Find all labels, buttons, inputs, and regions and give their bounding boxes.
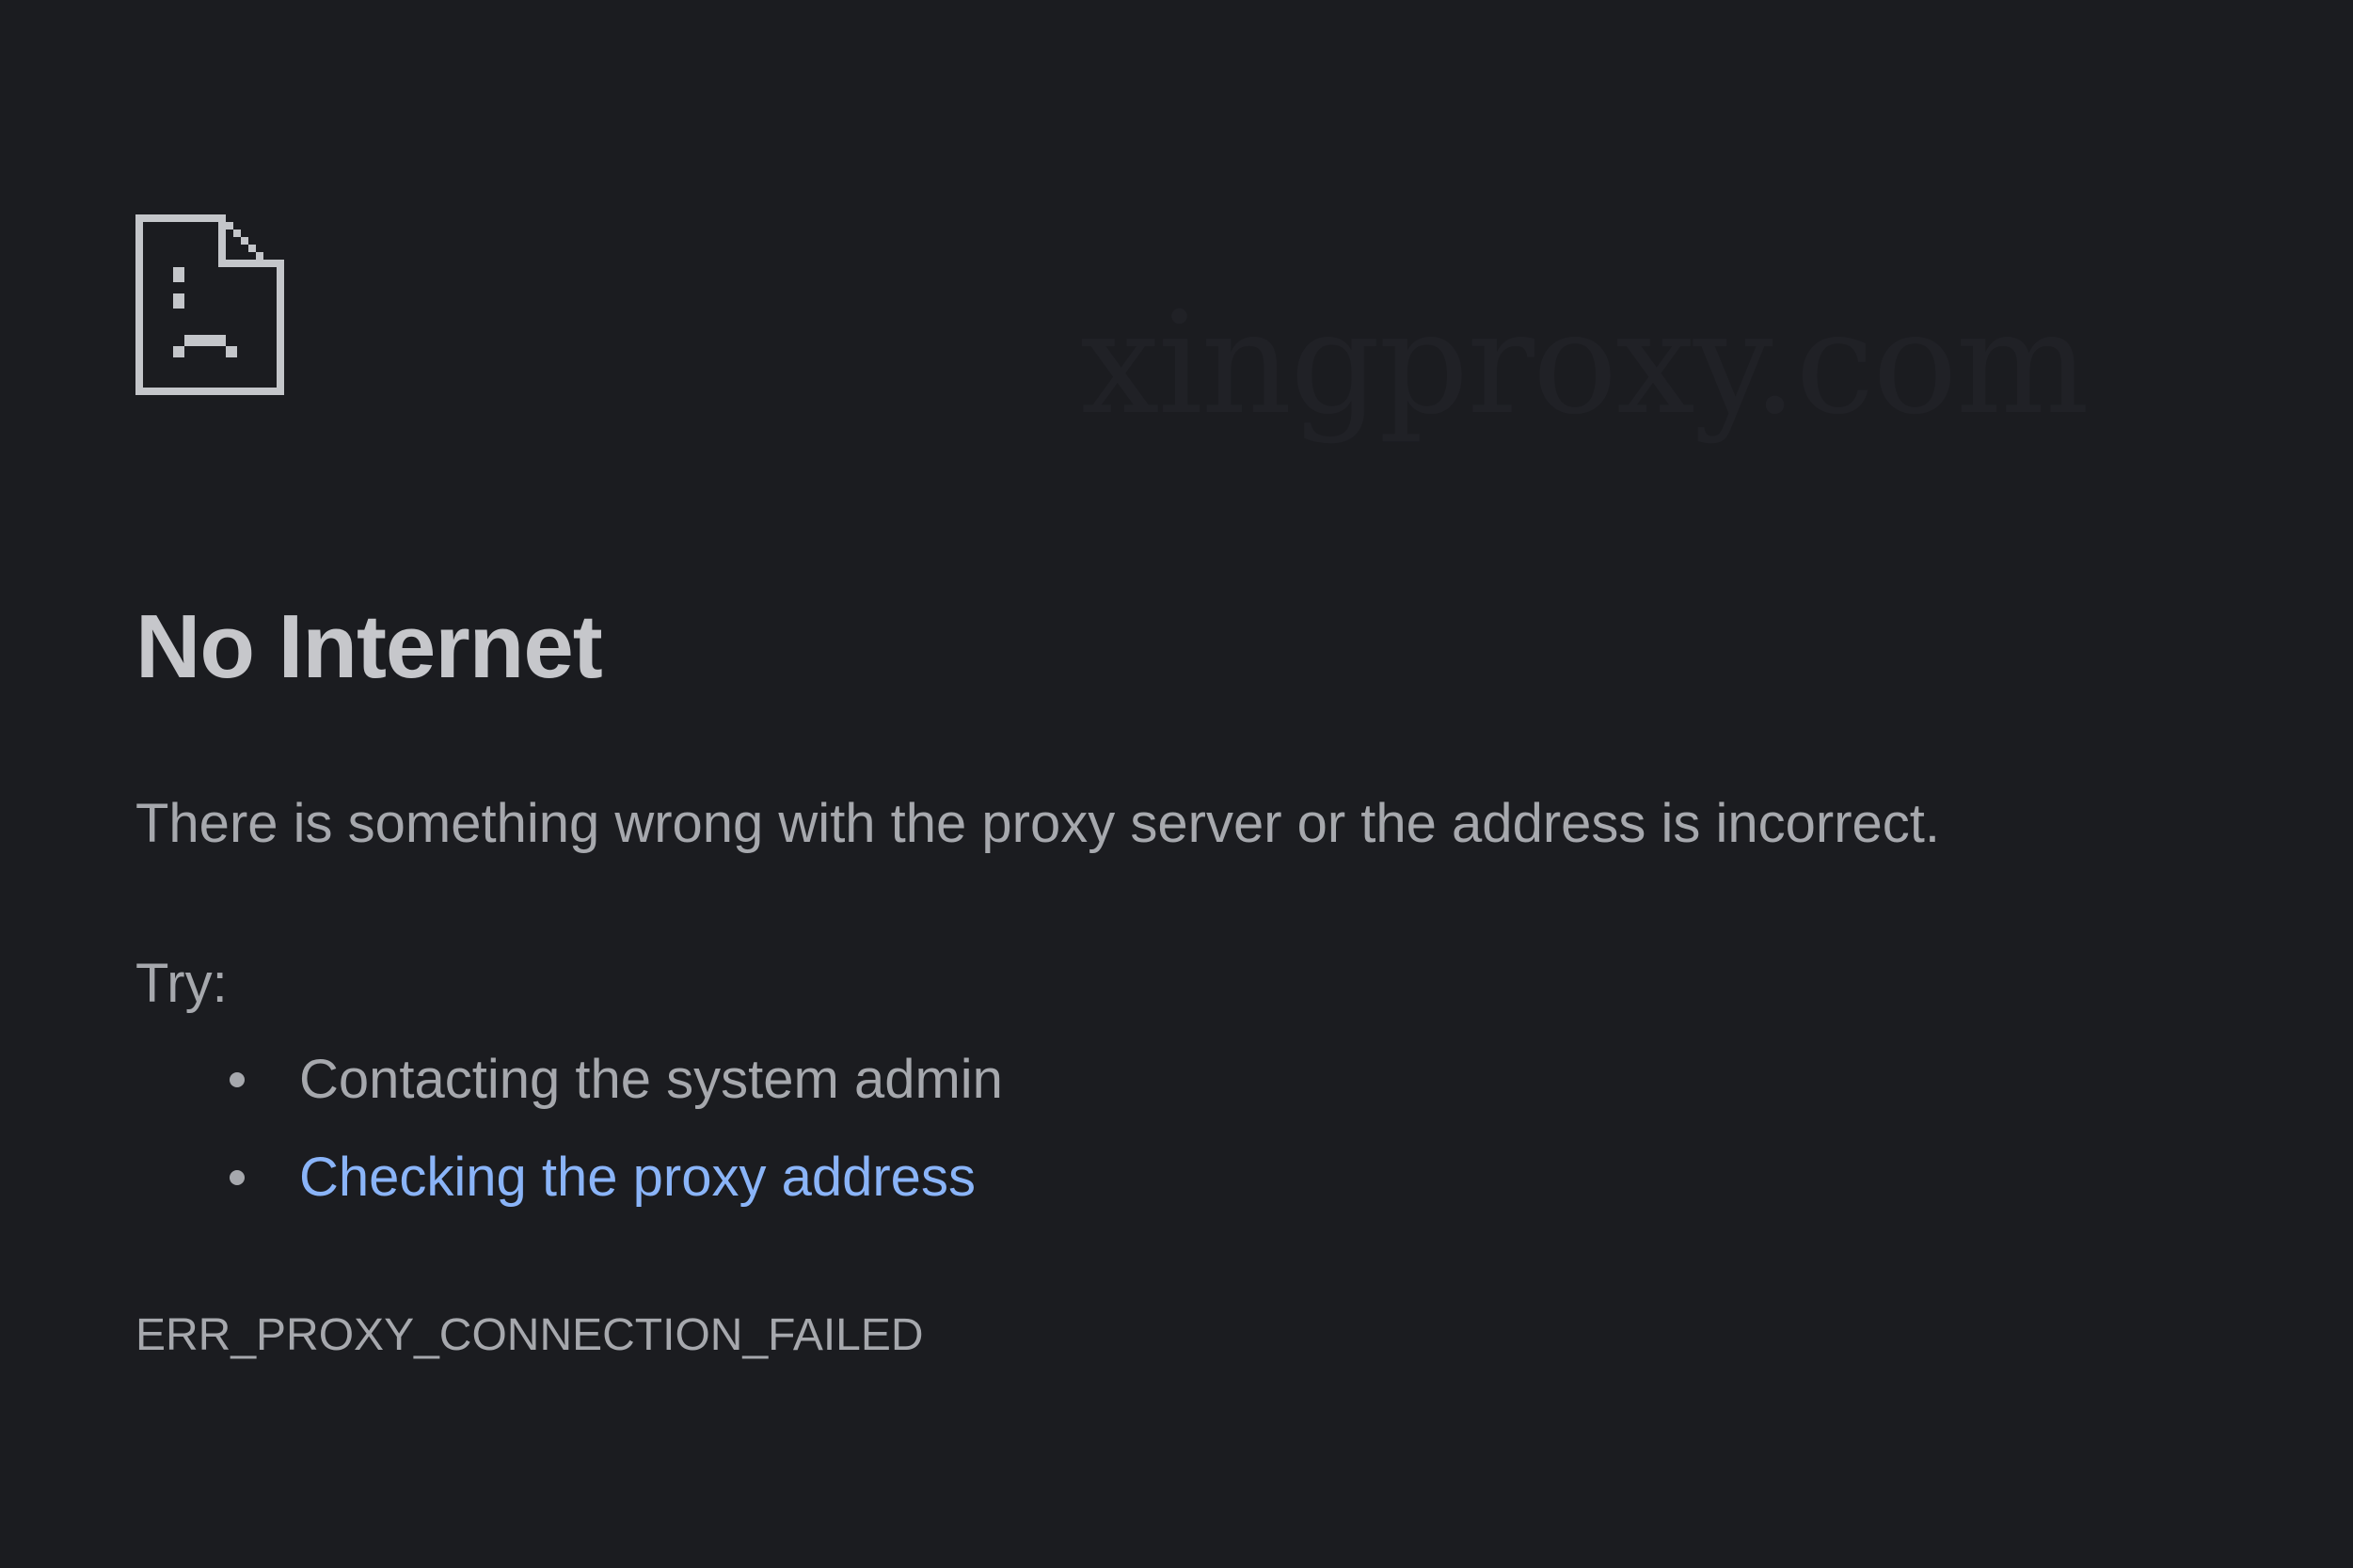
check-proxy-link[interactable]: Checking the proxy address — [299, 1140, 976, 1215]
watermark: xingproxy.com — [1080, 282, 2090, 446]
bullet-icon — [230, 1072, 245, 1087]
page-title: No Internet — [135, 596, 603, 697]
bullet-icon — [230, 1170, 245, 1185]
error-code: ERR_PROXY_CONNECTION_FAILED — [135, 1310, 924, 1360]
error-message: There is something wrong with the proxy … — [135, 793, 1941, 854]
error-page: xingproxy.com No Internet There is somet… — [0, 0, 2353, 1568]
sad-page-icon — [135, 214, 284, 395]
try-label: Try: — [135, 953, 228, 1014]
suggestion-label: Contacting the system admin — [299, 1049, 1003, 1110]
